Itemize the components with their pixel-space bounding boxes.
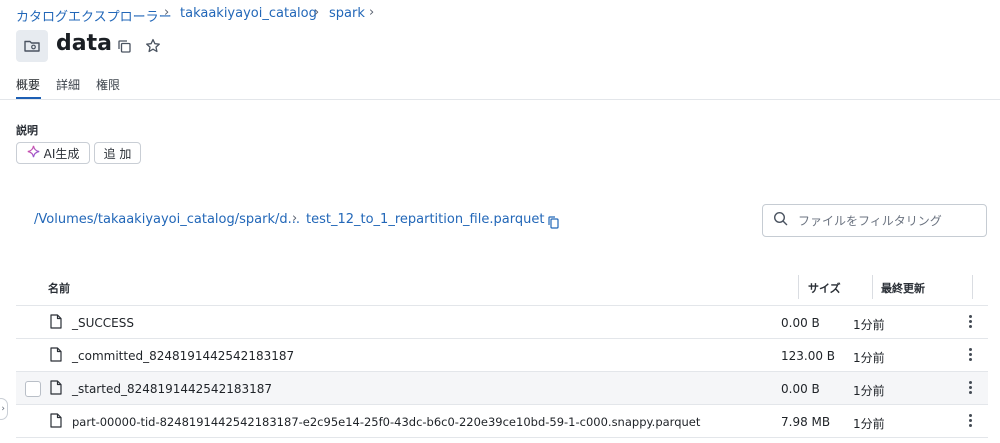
file-filter-search[interactable] xyxy=(762,204,987,237)
file-filter-input[interactable] xyxy=(796,212,970,229)
sidebar-expand-handle[interactable]: › xyxy=(0,398,8,420)
row-menu-icon[interactable] xyxy=(968,414,972,427)
breadcrumb-catalog[interactable]: takaakiyayoi_catalog xyxy=(180,6,317,21)
active-tab-indicator xyxy=(16,97,41,99)
file-icon xyxy=(50,314,62,333)
column-header-name[interactable]: 名前 xyxy=(48,280,70,296)
copy-path-icon[interactable] xyxy=(548,214,559,233)
page-title: data xyxy=(56,31,112,56)
file-modified: 1分前 xyxy=(853,384,885,398)
row-menu-icon[interactable] xyxy=(968,348,972,361)
column-divider[interactable] xyxy=(872,275,873,299)
ai-generate-button[interactable]: AI生成 xyxy=(16,142,90,164)
row-menu-icon[interactable] xyxy=(968,315,972,328)
row-select-checkbox[interactable] xyxy=(25,381,41,397)
description-label: 説明 xyxy=(16,124,38,137)
column-header-size[interactable]: サイズ xyxy=(808,280,841,296)
row-menu-icon[interactable] xyxy=(968,381,972,394)
star-icon[interactable] xyxy=(145,38,161,58)
column-divider[interactable] xyxy=(972,275,973,299)
path-separator: › xyxy=(292,211,298,226)
file-icon xyxy=(50,380,62,399)
breadcrumb-separator: › xyxy=(314,5,320,20)
ai-generate-label: AI生成 xyxy=(43,146,80,161)
file-name[interactable]: part-00000-tid-8248191442542183187-e2c95… xyxy=(72,415,700,429)
file-size: 0.00 B xyxy=(781,382,820,396)
tab-overview[interactable]: 概要 xyxy=(16,76,40,93)
file-icon xyxy=(50,413,62,432)
sparkle-icon xyxy=(27,145,40,161)
add-description-label: 追 加 xyxy=(103,146,132,161)
column-divider[interactable] xyxy=(798,275,799,299)
table-row[interactable] xyxy=(16,306,988,339)
file-name[interactable]: _SUCCESS xyxy=(72,316,134,330)
file-name[interactable]: _committed_8248191442542183187 xyxy=(72,349,294,363)
file-size: 7.98 MB xyxy=(781,415,831,429)
file-icon xyxy=(50,347,62,366)
file-size: 0.00 B xyxy=(781,316,820,330)
tabs-divider xyxy=(0,99,1000,100)
search-icon xyxy=(773,211,788,230)
current-directory[interactable]: test_12_to_1_repartition_file.parquet xyxy=(306,212,544,227)
chevron-right-icon: › xyxy=(1,404,5,414)
file-modified: 1分前 xyxy=(853,417,885,431)
file-modified: 1分前 xyxy=(853,351,885,365)
file-size: 123.00 B xyxy=(781,349,836,363)
volume-path-link[interactable]: /Volumes/takaakiyayoi_catalog/spark/d... xyxy=(34,212,300,227)
tab-details[interactable]: 詳細 xyxy=(56,76,80,93)
tab-permissions[interactable]: 権限 xyxy=(96,76,120,93)
breadcrumb-catalog-explorer[interactable]: カタログエクスプローラー xyxy=(16,6,172,25)
breadcrumb-separator: › xyxy=(164,5,170,20)
breadcrumb-schema[interactable]: spark xyxy=(329,6,365,21)
copy-icon[interactable] xyxy=(117,39,132,58)
breadcrumb-separator: › xyxy=(369,5,375,20)
volume-folder-icon xyxy=(16,30,48,62)
add-description-button[interactable]: 追 加 xyxy=(94,142,141,164)
file-modified: 1分前 xyxy=(853,318,885,332)
column-header-modified[interactable]: 最終更新 xyxy=(881,280,925,296)
file-name[interactable]: _started_8248191442542183187 xyxy=(72,382,272,396)
row-divider xyxy=(16,437,988,438)
